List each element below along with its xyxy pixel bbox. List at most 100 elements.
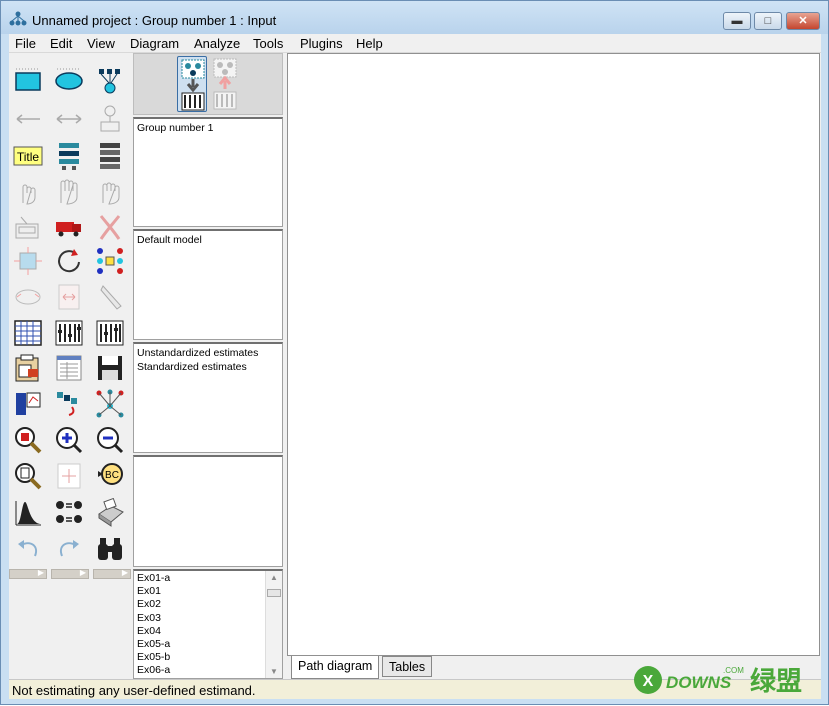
svg-text:BC: BC — [105, 470, 119, 481]
rotate-indicators-icon[interactable] — [54, 246, 84, 276]
draw-indicator-icon[interactable] — [95, 66, 125, 96]
file-item[interactable]: Ex05-b — [137, 651, 279, 664]
duplicate-icon[interactable] — [13, 212, 43, 242]
menu-diagram[interactable]: Diagram — [130, 36, 179, 51]
group-item[interactable]: Group number 1 — [137, 121, 279, 135]
menu-tools[interactable]: Tools — [253, 36, 283, 51]
title-icon[interactable]: Title — [13, 141, 43, 171]
close-icon: ✕ — [798, 15, 808, 27]
downs-watermark: X DOWNS .COM 绿盟 — [628, 656, 828, 701]
zoom-in-icon[interactable] — [54, 425, 84, 455]
file-item[interactable]: Ex01-a — [137, 572, 279, 585]
print-icon[interactable] — [95, 497, 125, 528]
fit-to-page-icon[interactable] — [54, 461, 84, 491]
toolbox: Title BC ▶ ▶ ▶ — [9, 53, 133, 583]
menu-view[interactable]: View — [87, 36, 115, 51]
scroll-up-icon[interactable]: ▲ — [270, 571, 278, 584]
file-item[interactable]: Ex03 — [137, 612, 279, 625]
multiple-group-analysis-icon[interactable] — [54, 498, 84, 528]
groups-panel: Group number 1 — [133, 117, 283, 227]
calculate-estimates-icon[interactable] — [95, 318, 125, 348]
scroll-icon[interactable] — [54, 282, 84, 312]
object-properties-icon[interactable] — [13, 389, 43, 419]
watermark-text: DOWNS — [666, 673, 732, 692]
files-scrollbar[interactable]: ▲ ▼ — [265, 571, 282, 678]
select-one-object-icon[interactable] — [13, 177, 43, 207]
path-diagram-canvas[interactable] — [287, 53, 820, 656]
maximize-button[interactable]: □ — [754, 12, 782, 30]
specification-search-icon[interactable] — [95, 534, 125, 564]
file-item[interactable]: Ex04 — [137, 625, 279, 638]
amos-app-icon — [9, 11, 27, 26]
view-text-icon[interactable] — [54, 353, 84, 383]
tab-tables[interactable]: Tables — [382, 656, 433, 677]
window-title: Unnamed project : Group number 1 : Input — [32, 13, 277, 28]
drag-properties-icon[interactable] — [54, 389, 84, 419]
loupe-icon[interactable]: BC — [95, 461, 125, 491]
view-output-path-diagram-button[interactable] — [210, 56, 240, 112]
menu-help[interactable]: Help — [356, 36, 383, 51]
deselect-all-objects-icon[interactable] — [95, 177, 125, 207]
close-button[interactable]: ✕ — [786, 12, 820, 30]
format-item-standardized[interactable]: Standardized estimates — [137, 360, 279, 374]
title-bar: Unnamed project : Group number 1 : Input… — [1, 1, 828, 34]
view-output-path-diagram-icon — [213, 58, 237, 110]
menu-file[interactable]: File — [15, 36, 36, 51]
svg-text:X: X — [643, 673, 654, 690]
file-item[interactable]: Ex05-a — [137, 638, 279, 651]
toolbox-scrollbar-1[interactable]: ▶ — [9, 568, 47, 579]
menu-analyze[interactable]: Analyze — [194, 36, 240, 51]
app-window: Unnamed project : Group number 1 : Input… — [0, 0, 829, 705]
draw-unique-variable-icon[interactable] — [95, 104, 125, 134]
parameter-formats-panel: Unstandardized estimates Standardized es… — [133, 342, 283, 453]
menu-edit[interactable]: Edit — [50, 36, 72, 51]
touch-up-icon[interactable] — [95, 282, 125, 312]
menu-bar: File Edit View Diagram Analyze Tools Plu… — [9, 34, 821, 53]
minimize-button[interactable]: ▬ — [723, 12, 751, 30]
file-item[interactable]: Ex01 — [137, 585, 279, 598]
erase-icon[interactable] — [95, 212, 125, 242]
analysis-properties-icon[interactable] — [54, 318, 84, 348]
computation-summary-panel — [133, 455, 283, 567]
file-item[interactable]: Ex02 — [137, 598, 279, 611]
draw-unobserved-variable-icon[interactable] — [54, 66, 84, 96]
move-icon[interactable] — [54, 212, 84, 242]
toolbox-scrollbar-2[interactable]: ▶ — [51, 568, 89, 579]
draw-path-icon[interactable] — [13, 104, 43, 134]
view-page-icon[interactable] — [13, 461, 43, 491]
move-parameter-icon[interactable] — [13, 282, 43, 312]
list-variables-in-dataset-icon[interactable] — [95, 141, 125, 171]
tab-path-diagram[interactable]: Path diagram — [291, 656, 380, 679]
list-variables-in-model-icon[interactable] — [54, 141, 84, 171]
zoom-out-icon[interactable] — [95, 425, 125, 455]
models-panel: Default model — [133, 229, 283, 340]
zoom-selected-icon[interactable] — [13, 425, 43, 455]
undo-icon[interactable] — [13, 534, 43, 564]
select-all-objects-icon[interactable] — [54, 177, 84, 207]
reflect-indicators-icon[interactable] — [95, 246, 125, 276]
toolbox-scrollbar-3[interactable]: ▶ — [93, 568, 131, 579]
model-item[interactable]: Default model — [137, 233, 279, 247]
client-area: Title BC ▶ ▶ ▶ Group number 1 Default mo… — [9, 53, 821, 679]
view-input-path-diagram-button[interactable] — [177, 56, 207, 112]
files-list: Ex01-a Ex01 Ex02 Ex03 Ex04 Ex05-a Ex05-b… — [133, 569, 283, 679]
input-output-toolbar — [133, 53, 283, 115]
data-files-icon[interactable] — [13, 318, 43, 348]
watermark-cn: 绿盟 — [750, 667, 802, 697]
menu-plugins[interactable]: Plugins — [300, 36, 343, 51]
format-item-unstandardized[interactable]: Unstandardized estimates — [137, 346, 279, 360]
navigation-column: Group number 1 Default model Unstandardi… — [133, 53, 283, 679]
minimize-icon: ▬ — [731, 15, 743, 27]
scroll-down-icon[interactable]: ▼ — [270, 665, 278, 678]
file-item[interactable]: Ex06-a — [137, 664, 279, 677]
draw-observed-variable-icon[interactable] — [13, 66, 43, 96]
watermark-com: .COM — [723, 666, 744, 675]
bayesian-estimation-icon[interactable] — [13, 498, 43, 528]
copy-to-clipboard-icon[interactable] — [13, 353, 43, 383]
scroll-thumb[interactable] — [267, 589, 281, 597]
save-diagram-icon[interactable] — [95, 353, 125, 383]
change-shape-icon[interactable] — [13, 246, 43, 276]
draw-covariance-icon[interactable] — [54, 104, 84, 134]
preserve-symmetries-icon[interactable] — [95, 389, 125, 419]
redo-icon[interactable] — [54, 534, 84, 564]
